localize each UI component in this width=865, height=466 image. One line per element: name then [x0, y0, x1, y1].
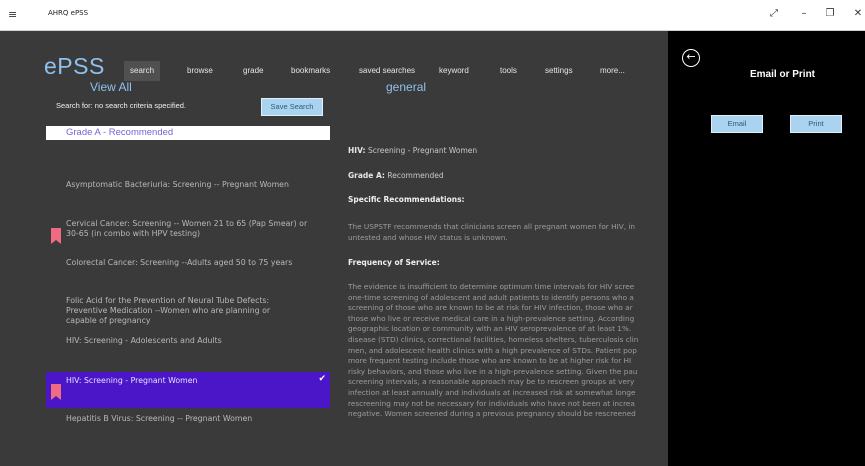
- title-bar: ≡ AHRQ ePSS ⤢ – ❐ ✕: [0, 0, 865, 31]
- paragraph-line: more frequent testing include those who …: [348, 356, 632, 366]
- content-title: general: [386, 80, 427, 94]
- view-all-heading: View All: [90, 80, 132, 94]
- save-search-button[interactable]: Save Search: [261, 98, 323, 116]
- nav-browse[interactable]: browse: [181, 61, 219, 81]
- fullscreen-icon[interactable]: ⤢: [767, 8, 781, 19]
- paragraph-line: geographic location or community with an…: [348, 324, 632, 334]
- nav-grade[interactable]: grade: [237, 61, 269, 81]
- frequency-of-service-heading: Frequency of Service:: [348, 258, 440, 267]
- nav-tools[interactable]: tools: [494, 61, 523, 81]
- list-item-line: Folic Acid for the Prevention of Neural …: [66, 296, 270, 305]
- app-brand: ePSS: [44, 53, 105, 79]
- list-item-line: HIV: Screening - Pregnant Women: [66, 376, 198, 385]
- paragraph-line: The evidence is insufficient to determin…: [348, 282, 635, 291]
- paragraph-line: one-time screening of adolescent and adu…: [348, 292, 634, 302]
- paragraph-line: untested and whose HIV status is unknown…: [348, 232, 508, 242]
- paragraph-line: rescreening may not be necessary for ind…: [348, 398, 635, 408]
- list-item-hepatitis-b[interactable]: Hepatitis B Virus: Screening -- Pregnant…: [46, 414, 330, 424]
- flyout-title: Email or Print: [750, 69, 816, 80]
- topic-line: HIV: Screening - Pregnant Women: [348, 146, 668, 155]
- email-print-flyout: ← Email or Print Email Print: [668, 31, 865, 466]
- paragraph-line: screening intervals, a reasonable approa…: [348, 377, 635, 387]
- nav-keyword[interactable]: keyword: [433, 61, 475, 81]
- checkmark-icon: ✔: [318, 374, 326, 384]
- list-item-asymptomatic-bacteriuria[interactable]: Asymptomatic Bacteriuria: Screening -- P…: [46, 180, 330, 190]
- paragraph-line: screening of those who are known to be a…: [348, 303, 633, 313]
- back-arrow-icon[interactable]: ←: [682, 49, 700, 67]
- specific-recommendations-text: The USPSTF recommends that clinicians sc…: [348, 222, 668, 243]
- print-button[interactable]: Print: [790, 115, 842, 133]
- paragraph-line: infection at least annually and individu…: [348, 387, 636, 397]
- minimize-icon[interactable]: –: [797, 8, 811, 19]
- list-item-hiv-pregnant-women[interactable]: HIV: Screening - Pregnant Women ✔: [46, 372, 330, 408]
- list-item-hiv-adolescents-adults[interactable]: HIV: Screening - Adolescents and Adults: [46, 336, 330, 346]
- list-item-line: capable of pregnancy: [66, 316, 151, 325]
- specific-recommendations-heading: Specific Recommendations:: [348, 195, 465, 204]
- nav-search[interactable]: search: [124, 61, 161, 81]
- list-item-line: 30-65 (in combo with HPV testing): [66, 229, 201, 238]
- paragraph-line: those who live or receive medical care i…: [348, 313, 635, 323]
- list-item-line: Preventive Medication --Women who are pl…: [66, 306, 271, 315]
- search-criteria-text: Search for: no search criteria specified…: [56, 101, 187, 110]
- list-item-line: HIV: Screening - Adolescents and Adults: [66, 336, 222, 345]
- restore-icon[interactable]: ❐: [823, 8, 837, 19]
- frequency-of-service-text: The evidence is insufficient to determin…: [348, 282, 668, 420]
- topic-label: HIV:: [348, 146, 366, 155]
- paragraph-line: disease (STD) clinics, correctional faci…: [348, 334, 639, 344]
- nav-bookmarks[interactable]: bookmarks: [285, 61, 336, 81]
- list-item-line: Hepatitis B Virus: Screening -- Pregnant…: [66, 414, 253, 423]
- hamburger-icon[interactable]: ≡: [8, 8, 17, 21]
- paragraph-line: The USPSTF recommends that clinicians sc…: [348, 222, 636, 231]
- grade-line: Grade A: Recommended: [348, 171, 668, 180]
- paragraph-line: negative. Women screened during a previo…: [348, 409, 636, 419]
- email-button[interactable]: Email: [711, 115, 763, 133]
- list-item-line: Colorectal Cancer: Screening --Adults ag…: [66, 258, 293, 267]
- paragraph-line: risky behaviors, and those who live in a…: [348, 366, 638, 376]
- list-item-colorectal-cancer[interactable]: Colorectal Cancer: Screening --Adults ag…: [46, 258, 330, 268]
- nav-saved-searches[interactable]: saved searches: [353, 61, 421, 81]
- nav-settings[interactable]: settings: [539, 61, 579, 81]
- list-item-line: Asymptomatic Bacteriuria: Screening -- P…: [66, 180, 289, 189]
- grade-label: Grade A:: [348, 171, 385, 180]
- list-item-line: Cervical Cancer: Screening -- Women 21 t…: [66, 219, 308, 228]
- grade-a-header: Grade A - Recommended: [46, 126, 330, 140]
- list-item-folic-acid[interactable]: Folic Acid for the Prevention of Neural …: [46, 296, 330, 326]
- paragraph-line: men, and adolescent health clinics with …: [348, 345, 637, 355]
- window-title: AHRQ ePSS: [48, 9, 89, 17]
- list-item-cervical-cancer[interactable]: Cervical Cancer: Screening -- Women 21 t…: [46, 219, 330, 239]
- grade-value: Recommended: [387, 171, 444, 180]
- nav-more[interactable]: more...: [594, 61, 631, 81]
- close-icon[interactable]: ✕: [851, 8, 865, 19]
- topic-value: Screening - Pregnant Women: [367, 146, 478, 155]
